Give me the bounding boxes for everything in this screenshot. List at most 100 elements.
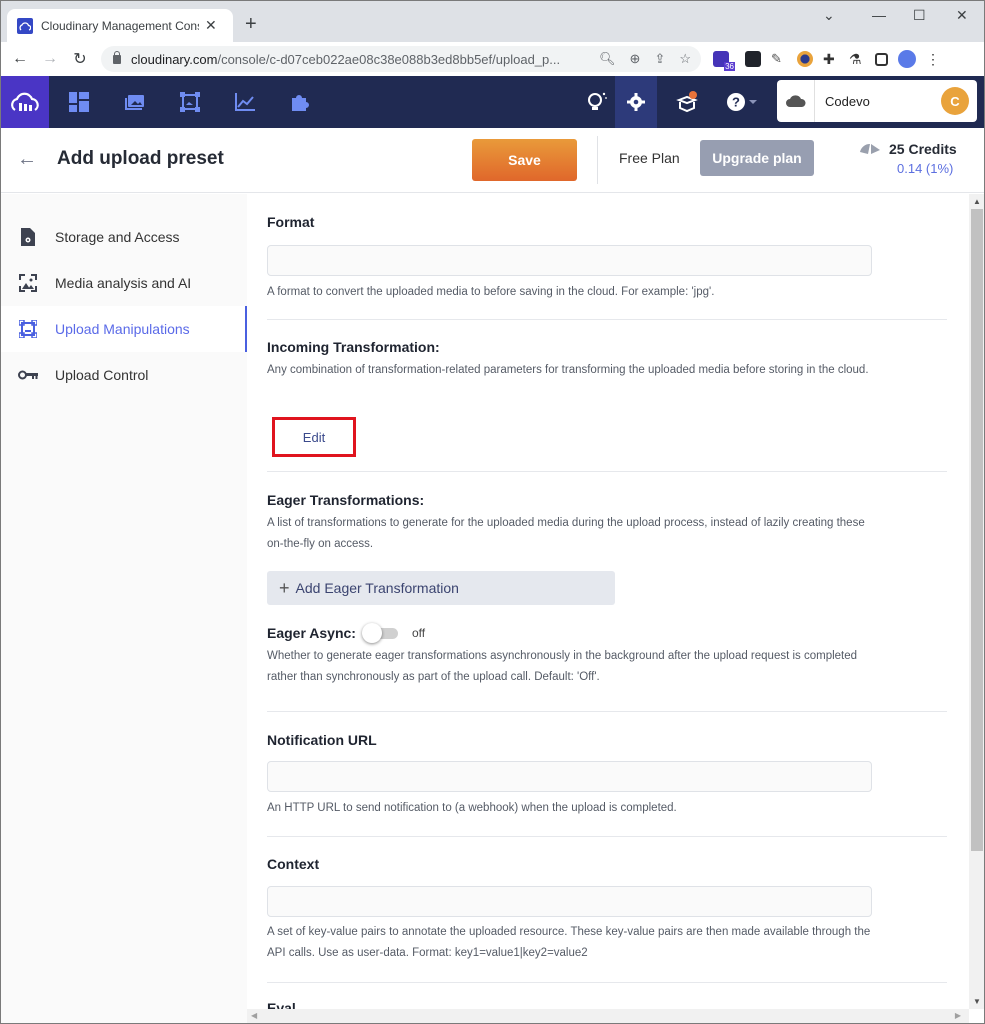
reports-chart-icon[interactable] — [234, 91, 256, 113]
eager-async-row: Eager Async: off — [267, 623, 947, 643]
account-switcher[interactable]: Codevo C — [777, 80, 977, 122]
eager-async-title: Eager Async: — [267, 625, 356, 641]
format-input[interactable] — [267, 245, 872, 276]
scroll-down-arrow-icon[interactable]: ▼ — [973, 997, 981, 1006]
horizontal-scrollbar[interactable]: ◀ ▶ — [247, 1009, 969, 1023]
tab-close-icon[interactable]: ✕ — [205, 17, 217, 34]
toggle-knob — [361, 623, 382, 643]
context-help: A set of key-value pairs to annotate the… — [267, 926, 871, 959]
sidebar-item-upload-control[interactable]: Upload Control — [1, 352, 247, 398]
extension-circle-icon[interactable] — [797, 51, 813, 67]
search-icon[interactable]: 🔍︎ — [599, 51, 616, 67]
eager-async-section: Eager Async: off Whether to generate eag… — [267, 623, 947, 688]
back-arrow-icon[interactable]: ← — [17, 148, 37, 171]
key-icon — [1, 370, 55, 380]
section-divider — [267, 982, 947, 983]
url-path: /console/c-d07ceb022ae08c38e088b3ed8bb5e… — [217, 51, 561, 67]
browser-tab[interactable]: Cloudinary Management Console ✕ — [7, 9, 233, 42]
format-help: A format to convert the uploaded media t… — [267, 286, 715, 298]
share-icon[interactable]: ⇪ — [654, 51, 665, 67]
credits-gauge-icon — [858, 142, 882, 161]
browser-window: Cloudinary Management Console ✕ + ⌄ — ☐ … — [0, 0, 985, 1024]
dashboard-icon[interactable] — [68, 91, 90, 113]
cloudinary-logo[interactable] — [1, 76, 49, 128]
extensions-bar: 36 ✎ ✚ ⚗ ⋮ — [713, 50, 942, 71]
tab-strip: Cloudinary Management Console ✕ + ⌄ — ☐ … — [1, 1, 984, 42]
extension-badge-icon[interactable]: 36 — [713, 51, 735, 71]
incoming-transformation-section: Incoming Transformation: Any combination… — [267, 339, 947, 469]
gear-icon — [627, 93, 645, 111]
plus-icon: + — [279, 577, 290, 598]
back-icon[interactable]: ← — [7, 50, 33, 68]
browser-menu-icon[interactable]: ⋮ — [926, 51, 942, 67]
forward-icon[interactable]: → — [37, 50, 63, 68]
maximize-icon[interactable]: ☐ — [913, 7, 926, 24]
eyedropper-icon[interactable]: ✎ — [771, 51, 787, 67]
add-eager-transformation-button[interactable]: + Add Eager Transformation — [267, 571, 615, 605]
extensions-puzzle-icon[interactable]: ✚ — [823, 51, 839, 67]
notification-url-help: An HTTP URL to send notification to (a w… — [267, 802, 677, 814]
eager-transformations-title: Eager Transformations: — [267, 492, 425, 508]
upgrade-plan-button[interactable]: Upgrade plan — [700, 140, 814, 176]
cloudinary-logo-icon — [11, 92, 39, 111]
eager-async-toggle[interactable] — [361, 623, 400, 643]
section-divider — [267, 471, 947, 472]
sidebar-item-upload-manipulations[interactable]: Upload Manipulations — [1, 306, 247, 352]
user-avatar[interactable]: C — [941, 87, 969, 115]
sidebar-item-media-analysis-and-ai[interactable]: Media analysis and AI — [1, 260, 247, 306]
eval-section: Eval — [267, 1000, 947, 1009]
browser-toolbar: ← → ↻ cloudinary.com/console/c-d07ceb022… — [1, 42, 984, 76]
section-divider — [267, 836, 947, 837]
addons-puzzle-icon[interactable] — [289, 91, 311, 113]
eager-async-state: off — [411, 626, 426, 640]
scroll-up-arrow-icon[interactable]: ▲ — [973, 197, 981, 206]
header-divider — [597, 136, 598, 184]
notification-url-section: Notification URL An HTTP URL to send not… — [267, 732, 947, 819]
format-section: Format A format to convert the uploaded … — [267, 214, 947, 303]
side-panel-icon[interactable] — [875, 52, 888, 66]
minimize-icon[interactable]: — — [872, 7, 886, 23]
plan-label: Free Plan — [619, 150, 680, 166]
lock-icon — [113, 50, 121, 64]
credits-usage[interactable]: 0.14 (1%) — [897, 161, 953, 176]
bookmark-star-icon[interactable]: ☆ — [679, 51, 691, 67]
url-text: cloudinary.com/console/c-d07ceb022ae08c3… — [131, 52, 560, 67]
main-content: Format A format to convert the uploaded … — [247, 194, 969, 1009]
profile-avatar-icon[interactable] — [898, 50, 916, 68]
page-title: Add upload preset — [57, 148, 224, 169]
sidebar: Storage and Access Media analysis and AI… — [1, 194, 247, 1023]
incoming-transformation-help: Any combination of transformation-relate… — [267, 364, 869, 376]
scroll-left-arrow-icon[interactable]: ◀ — [251, 1011, 257, 1020]
transform-frame-icon — [1, 320, 55, 338]
new-tab-button[interactable]: + — [245, 13, 257, 36]
scroll-right-arrow-icon[interactable]: ▶ — [955, 1011, 961, 1020]
sidebar-item-storage-and-access[interactable]: Storage and Access — [1, 214, 247, 260]
react-devtools-icon[interactable] — [745, 51, 761, 67]
section-divider — [267, 319, 947, 320]
vertical-scrollbar[interactable]: ▲ ▼ — [969, 194, 984, 1009]
transformations-icon[interactable] — [179, 91, 201, 113]
save-button[interactable]: Save — [472, 139, 577, 181]
labs-flask-icon[interactable]: ⚗ — [849, 51, 865, 67]
context-input[interactable] — [267, 886, 872, 917]
sidebar-item-label: Storage and Access — [55, 229, 180, 245]
image-scan-icon — [1, 274, 55, 292]
tab-title: Cloudinary Management Console — [41, 18, 199, 33]
eager-transformations-section: Eager Transformations: A list of transfo… — [267, 492, 947, 605]
context-section: Context A set of key-value pairs to anno… — [267, 856, 947, 964]
url-host: cloudinary.com — [131, 51, 218, 67]
svg-text:?: ? — [732, 95, 740, 110]
reload-icon[interactable]: ↻ — [67, 49, 93, 69]
close-window-icon[interactable]: ✕ — [956, 7, 968, 24]
settings-button[interactable] — [615, 76, 657, 128]
whats-new-box-icon[interactable] — [675, 90, 699, 114]
zoom-icon[interactable]: ⊕ — [630, 51, 641, 67]
lightbulb-icon[interactable] — [585, 90, 609, 114]
help-menu-icon[interactable]: ? — [725, 90, 761, 114]
media-library-icon[interactable] — [124, 91, 146, 113]
scrollbar-thumb[interactable] — [971, 209, 983, 851]
notification-url-input[interactable] — [267, 761, 872, 792]
address-bar[interactable]: cloudinary.com/console/c-d07ceb022ae08c3… — [101, 46, 701, 72]
edit-incoming-transformation-button[interactable]: Edit — [272, 417, 356, 457]
tab-search-chevron-icon[interactable]: ⌄ — [823, 7, 835, 24]
